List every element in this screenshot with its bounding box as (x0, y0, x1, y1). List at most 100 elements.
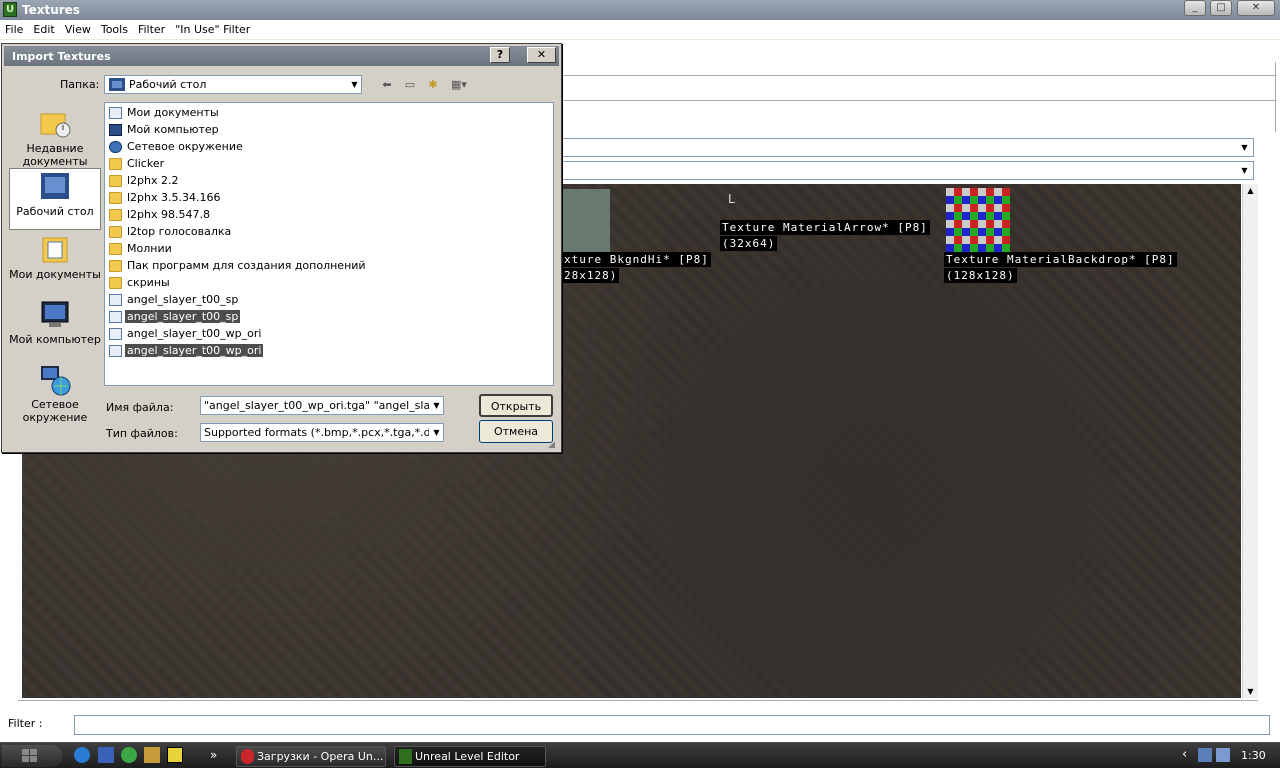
quicklaunch-more-icon[interactable]: » (210, 748, 217, 762)
dialog-title: Import Textures (12, 50, 111, 63)
windows-logo-icon (22, 749, 37, 762)
list-item[interactable]: angel_slayer_t00_wp_ori (109, 326, 263, 342)
menu-tools[interactable]: Tools (96, 20, 133, 36)
view-menu-icon[interactable]: ▦▾ (448, 78, 470, 92)
maximize-button[interactable]: □ (1210, 0, 1232, 16)
folder-combo[interactable]: Рабочий стол ▼ (104, 75, 362, 94)
tray-expand-icon[interactable]: ‹ (1182, 747, 1187, 762)
filename-value: "angel_slayer_t00_wp_ori.tga" "angel_sla… (204, 399, 444, 412)
texture-materialbackdrop-preview[interactable] (946, 188, 1010, 252)
minimize-button[interactable]: _ (1184, 0, 1206, 16)
texture-label: Texture MaterialBackdrop* [P8] (944, 252, 1177, 267)
scroll-up-icon[interactable]: ▲ (1243, 186, 1258, 195)
list-item[interactable]: Пак программ для создания дополнений (109, 258, 368, 274)
filter-label: Filter : (8, 717, 43, 730)
list-item[interactable]: Мои документы (109, 105, 221, 121)
place-my-documents[interactable]: Мои документы (9, 232, 101, 294)
list-item[interactable]: Clicker (109, 156, 166, 172)
group-combo[interactable]: ▼ (560, 161, 1254, 180)
network-icon (39, 364, 71, 396)
taskbar-item-opera[interactable]: Загрузки - Opera Un... (236, 746, 386, 767)
image-file-icon (109, 345, 122, 357)
window-title-bar[interactable]: U Textures _ □ ✕ (0, 0, 1280, 20)
menu-edit[interactable]: Edit (28, 20, 59, 36)
browser-scrollbar[interactable]: ▲ ▼ (1242, 184, 1258, 698)
folder-icon (109, 158, 122, 170)
list-item-selected[interactable]: angel_slayer_t00_wp_ori (109, 343, 264, 359)
folder-shortcut-icon[interactable] (144, 747, 160, 763)
chevron-down-icon: ▼ (429, 397, 443, 414)
place-label: Мой компьютер (9, 333, 101, 346)
taskbar-item-label: Unreal Level Editor (415, 750, 520, 763)
computer-icon (39, 299, 71, 331)
chevron-down-icon: ▼ (1237, 163, 1252, 178)
unreal-app-icon (399, 749, 412, 764)
help-button[interactable]: ? (490, 47, 510, 63)
open-button[interactable]: Открыть (479, 394, 553, 417)
menu-view[interactable]: View (60, 20, 96, 36)
import-textures-dialog: Import Textures ? ✕ Папка: Рабочий стол … (1, 43, 562, 453)
recent-documents-icon (39, 108, 71, 140)
folder-icon (109, 243, 122, 255)
texture-size: (32x64) (720, 236, 778, 251)
desktop-icon (39, 171, 71, 203)
list-item[interactable]: l2phx 2.2 (109, 173, 181, 189)
resize-grip-icon[interactable]: ◢ (548, 440, 560, 452)
place-label: Мои документы (9, 268, 101, 281)
toolbar-divider (560, 75, 1276, 76)
place-my-computer[interactable]: Мой компьютер (9, 297, 101, 359)
plugin-icon[interactable] (167, 747, 183, 763)
menu-filter[interactable]: Filter (133, 20, 170, 36)
file-list[interactable]: Мои документы Мой компьютер Сетевое окру… (104, 102, 554, 386)
list-item[interactable]: l2top голосовалка (109, 224, 233, 240)
place-label: Недавние документы (22, 142, 88, 168)
utorrent-icon[interactable] (121, 747, 137, 763)
places-bar: Недавние документы Рабочий стол Мои доку… (9, 102, 101, 432)
cancel-button[interactable]: Отмена (479, 420, 553, 443)
filter-input[interactable] (74, 715, 1270, 735)
filetype-select[interactable]: Supported formats (*.bmp,*.pcx,*.tga,*.d… (200, 423, 444, 442)
unreal-app-icon: U (3, 2, 17, 17)
documents-icon (109, 107, 122, 119)
place-network[interactable]: Сетевое окружение (9, 362, 101, 424)
image-file-icon (109, 328, 122, 340)
list-item-selected[interactable]: angel_slayer_t00_sp (109, 309, 241, 325)
folder-icon (109, 209, 122, 221)
scroll-down-icon[interactable]: ▼ (1243, 687, 1258, 696)
list-item[interactable]: Сетевое окружение (109, 139, 245, 155)
up-folder-icon[interactable]: ▭ (402, 78, 418, 92)
computer-icon (109, 124, 122, 136)
place-recent[interactable]: Недавние документы (9, 106, 101, 168)
texture-size: (128x128) (944, 268, 1017, 283)
filename-input[interactable]: "angel_slayer_t00_wp_ori.tga" "angel_sla… (200, 396, 444, 415)
clock: 1:30 (1241, 749, 1266, 762)
ie-icon[interactable] (74, 747, 90, 763)
list-item[interactable]: Молнии (109, 241, 174, 257)
texture-bkgndhi-preview[interactable] (562, 189, 610, 253)
place-desktop[interactable]: Рабочий стол (9, 168, 101, 230)
start-button[interactable] (2, 745, 62, 767)
desktop-shortcut-icon[interactable] (98, 747, 114, 763)
arrow-mark-icon: L (728, 192, 735, 206)
dialog-title-bar[interactable]: Import Textures ? ✕ (4, 46, 559, 66)
menu-in-use-filter[interactable]: "In Use" Filter (170, 20, 255, 36)
network-tray-icon[interactable] (1198, 748, 1212, 762)
list-item[interactable]: angel_slayer_t00_sp (109, 292, 240, 308)
place-label: Рабочий стол (16, 205, 94, 218)
monitor-tray-icon[interactable] (1216, 748, 1230, 762)
menu-file[interactable]: File (0, 20, 28, 36)
list-item[interactable]: Мой компьютер (109, 122, 221, 138)
back-icon[interactable]: ⬅ (379, 78, 395, 92)
dialog-close-button[interactable]: ✕ (527, 47, 556, 63)
package-combo[interactable]: ▼ (560, 138, 1254, 157)
desktop-icon (109, 78, 125, 91)
folder-icon (109, 175, 122, 187)
list-item[interactable]: l2phx 98.547.8 (109, 207, 212, 223)
folder-icon (109, 277, 122, 289)
close-button[interactable]: ✕ (1237, 0, 1275, 16)
new-folder-icon[interactable]: ✱ (425, 78, 441, 92)
list-item[interactable]: скрины (109, 275, 172, 291)
taskbar-item-unreal[interactable]: Unreal Level Editor (394, 746, 546, 767)
folder-icon (109, 226, 122, 238)
list-item[interactable]: l2phx 3.5.34.166 (109, 190, 223, 206)
